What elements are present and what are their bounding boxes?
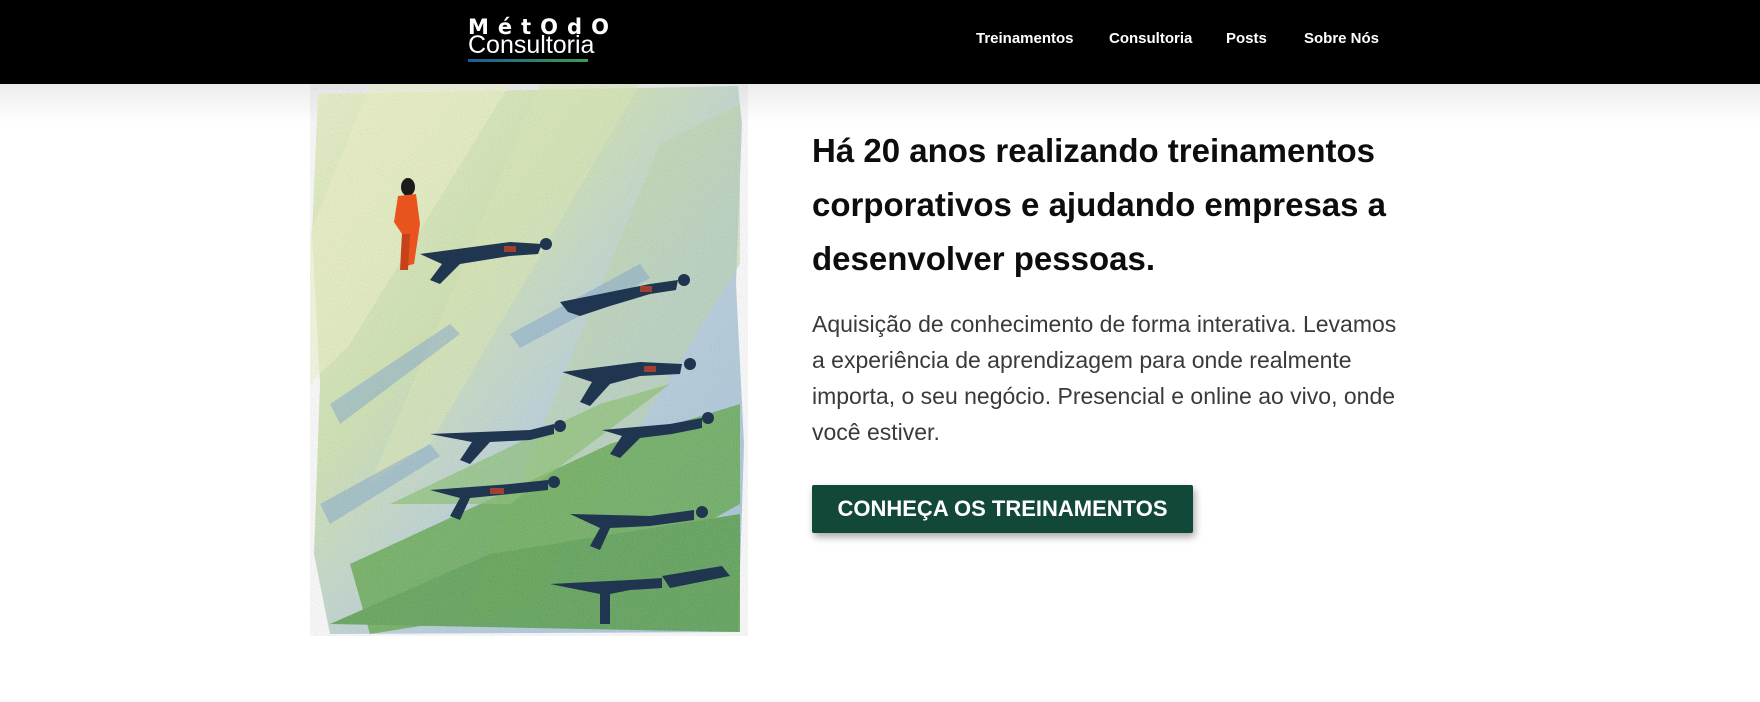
- hero-description: Aquisição de conhecimento de forma inter…: [812, 311, 1397, 445]
- top-navigation-bar: MétOdO Consultoria Treinamentos Consulto…: [0, 0, 1760, 84]
- hero-painting-illustration: [310, 84, 748, 636]
- nav-item-sobre-nos[interactable]: Sobre Nós: [1304, 29, 1379, 49]
- nav-item-posts[interactable]: Posts: [1226, 29, 1267, 49]
- logo-wordmark-bottom: Consultoria: [468, 31, 595, 59]
- site-logo[interactable]: MétOdO Consultoria: [468, 16, 609, 62]
- hero-headline: Há 20 anos realizando treinamentos corpo…: [812, 132, 1387, 277]
- logo-underline: [468, 59, 588, 62]
- cta-conheca-treinamentos-button[interactable]: CONHEÇA OS TREINAMENTOS: [812, 485, 1193, 533]
- nav-item-consultoria[interactable]: Consultoria: [1109, 29, 1192, 49]
- nav-item-treinamentos[interactable]: Treinamentos: [976, 29, 1074, 49]
- header-shadow: [0, 84, 1760, 124]
